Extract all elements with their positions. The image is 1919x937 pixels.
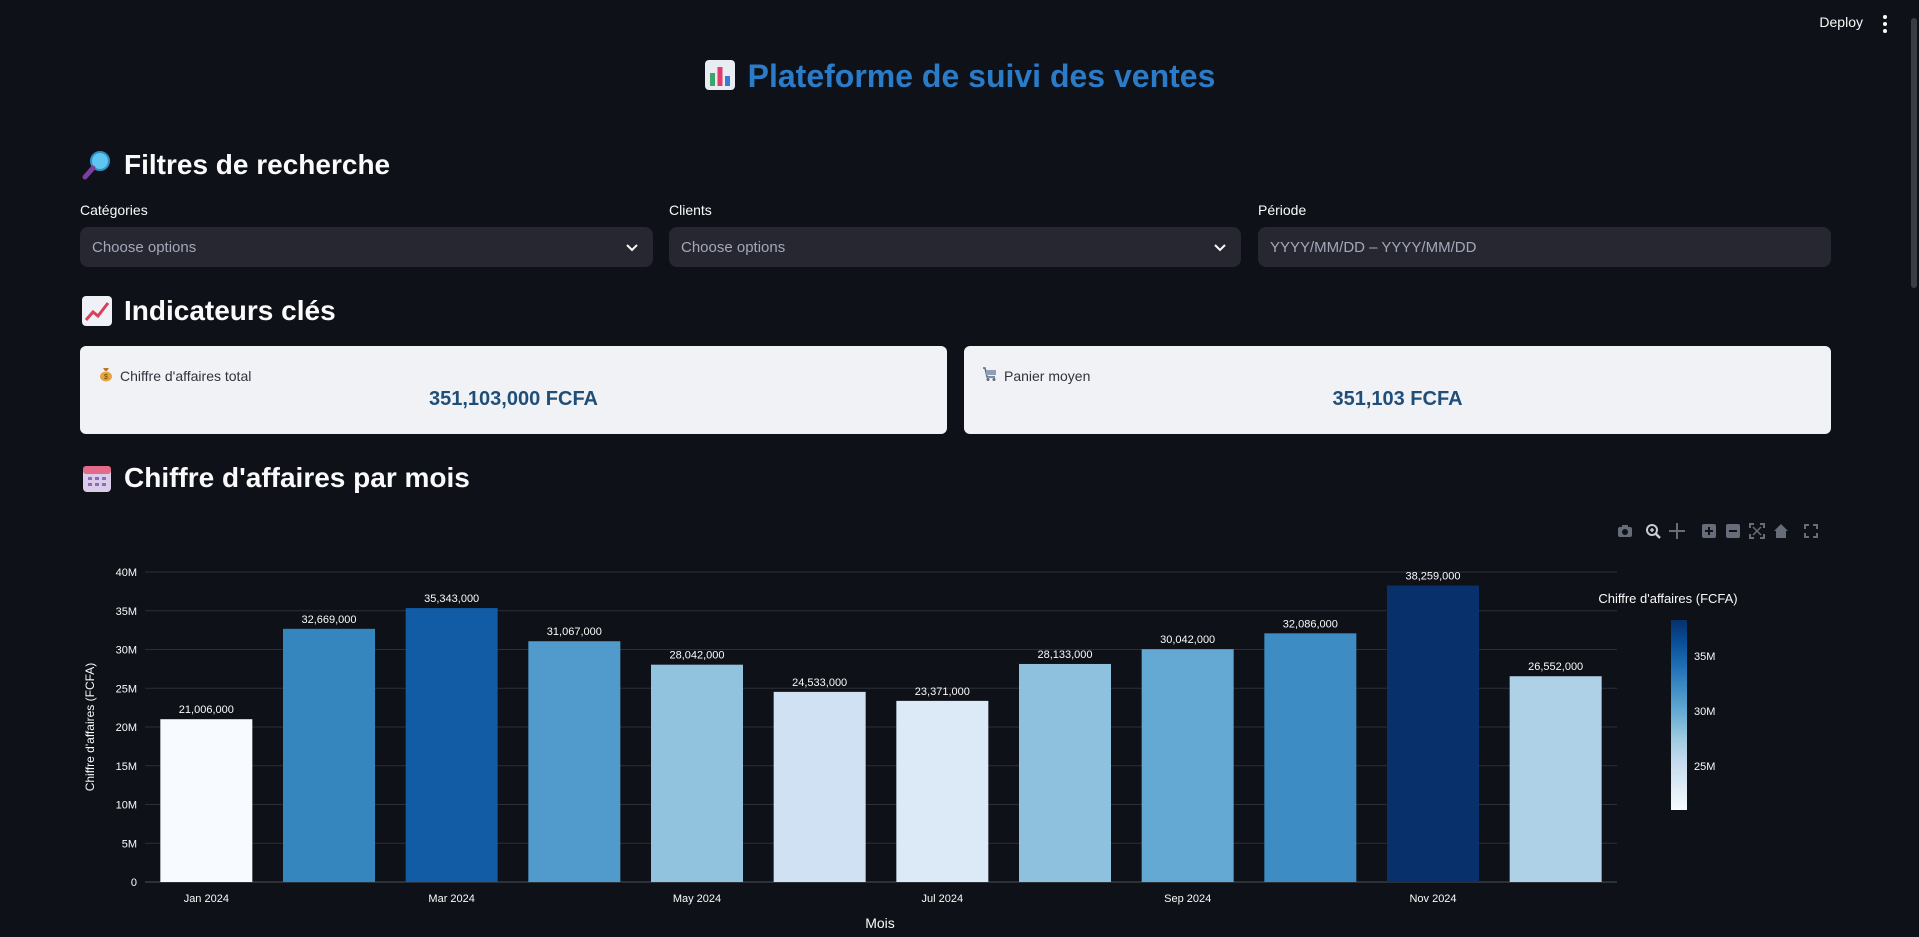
bar-value-label: 21,006,000 [179,704,234,716]
y-tick-label: 10M [116,800,137,812]
monthly-heading: Chiffre d'affaires par mois [80,461,470,495]
filters-heading-text: Filtres de recherche [124,149,391,180]
y-tick-label: 30M [116,645,137,657]
y-tick-label: 20M [116,722,137,734]
colorbar-gradient [1671,620,1687,810]
kpi-card-revenue: $ Chiffre d'affaires total 351,103,000 F… [80,346,947,434]
zoom-out-icon[interactable] [1724,522,1742,540]
colorbar-tick-label: 25M [1694,761,1715,773]
kpi-heading-text: Indicateurs clés [124,295,336,326]
colorbar-title: Chiffre d'affaires (FCFA) [1598,591,1737,606]
bar[interactable] [283,628,375,882]
pan-icon[interactable] [1668,522,1686,540]
colorbar-ticks: 25M 30M 35M [1694,651,1715,773]
bar-labels: 21,006,000 32,669,000 35,343,000 31,067,000… [179,570,1583,716]
bar-value-label: 28,042,000 [669,650,724,662]
monthly-revenue-chart: 21,006,000 32,669,000 35,343,000 31,067,000… [70,552,1870,932]
deploy-button[interactable]: Deploy [1819,14,1863,30]
chevron-down-icon[interactable] [1213,240,1227,258]
y-tick-label: 0 [131,877,137,889]
bar[interactable] [1019,663,1111,882]
categories-select[interactable]: Choose options [80,227,653,267]
camera-icon[interactable] [1616,522,1634,540]
x-tick-label: Nov 2024 [1409,893,1456,905]
bar-value-label: 24,533,000 [792,677,847,689]
y-tick-label: 15M [116,761,137,773]
home-icon[interactable] [1772,522,1790,540]
y-tick-label: 40M [116,567,137,579]
monthly-revenue-chart-svg: 21,006,000 32,669,000 35,343,000 31,067,000… [83,567,1738,931]
chevron-down-icon[interactable] [625,240,639,258]
x-tick-label: Jul 2024 [922,893,964,905]
bar-value-label: 31,067,000 [547,626,602,638]
svg-text:$: $ [104,374,108,381]
y-tick-label: 35M [116,606,137,618]
main-menu-icon[interactable] [1877,14,1893,34]
categories-placeholder: Choose options [92,238,197,256]
bar-value-label: 38,259,000 [1405,570,1460,582]
bar[interactable] [1141,649,1234,882]
kpi-card-basket: Panier moyen 351,103 FCFA [964,346,1831,434]
kpi-value-revenue: 351,103,000 FCFA [429,388,598,410]
monthly-heading-text: Chiffre d'affaires par mois [124,462,470,493]
bar[interactable] [1509,676,1602,882]
bar-value-label: 35,343,000 [424,593,479,605]
kpi-value-basket: 351,103 FCFA [1332,388,1463,410]
bar-value-label: 32,669,000 [301,614,356,626]
x-tick-label: May 2024 [673,893,721,905]
bar-value-label: 26,552,000 [1528,661,1583,673]
autoscale-icon[interactable] [1748,522,1766,540]
period-label: Période [1258,202,1307,218]
colorbar: Chiffre d'affaires (FCFA) 25M 30M 35M [1598,591,1738,810]
x-tick-label: Mar 2024 [428,893,474,905]
categories-label: Catégories [80,202,148,218]
shopping-cart-icon [982,366,998,385]
clients-label: Clients [669,202,712,218]
top-bar: Deploy [0,0,1919,48]
period-date-input[interactable]: YYYY/MM/DD – YYYY/MM/DD [1258,227,1831,267]
bar-chart-icon [704,59,736,99]
bar-value-label: 30,042,000 [1160,634,1215,646]
clients-select[interactable]: Choose options [669,227,1241,267]
page-title: Plateforme de suivi des ventes [0,58,1919,99]
bar[interactable] [405,608,498,882]
period-placeholder: YYYY/MM/DD – YYYY/MM/DD [1270,238,1477,256]
money-bag-icon: $ [98,366,114,385]
bars [160,585,1602,882]
bar[interactable] [773,691,866,882]
calendar-icon [80,461,114,495]
kpi-label-revenue: $ Chiffre d'affaires total [98,366,251,385]
colorbar-tick-label: 30M [1694,706,1715,718]
x-axis-title: Mois [865,915,895,931]
kpi-label-basket: Panier moyen [982,366,1090,385]
bar[interactable] [896,700,989,882]
kpi-heading: Indicateurs clés [80,294,336,328]
zoom-icon[interactable] [1644,522,1662,540]
page-title-text: Plateforme de suivi des ventes [747,58,1216,94]
colorbar-tick-label: 35M [1694,651,1715,663]
y-axis-title: Chiffre d'affaires (FCFA) [83,663,97,792]
bar[interactable] [651,664,743,882]
bar[interactable] [160,719,253,882]
filters-heading: Filtres de recherche [80,148,390,182]
kpi-label-basket-text: Panier moyen [1004,367,1091,384]
x-tick-label: Jan 2024 [184,893,229,905]
trend-up-icon [80,294,114,328]
zoom-in-icon[interactable] [1700,522,1718,540]
x-tick-label: Sep 2024 [1164,893,1211,905]
bar-value-label: 28,133,000 [1037,649,1092,661]
bar-value-label: 23,371,000 [915,686,970,698]
bar[interactable] [528,641,621,882]
bar[interactable] [1264,633,1357,882]
fullscreen-icon[interactable] [1802,522,1820,540]
clients-placeholder: Choose options [681,238,786,256]
y-tick-label: 25M [116,683,137,695]
bar[interactable] [1387,585,1479,882]
bar-value-label: 32,086,000 [1283,618,1338,630]
y-tick-label: 5M [122,838,137,850]
chart-toolbar [1612,522,1824,542]
kpi-label-revenue-text: Chiffre d'affaires total [120,367,252,384]
magnifier-icon [80,148,114,182]
